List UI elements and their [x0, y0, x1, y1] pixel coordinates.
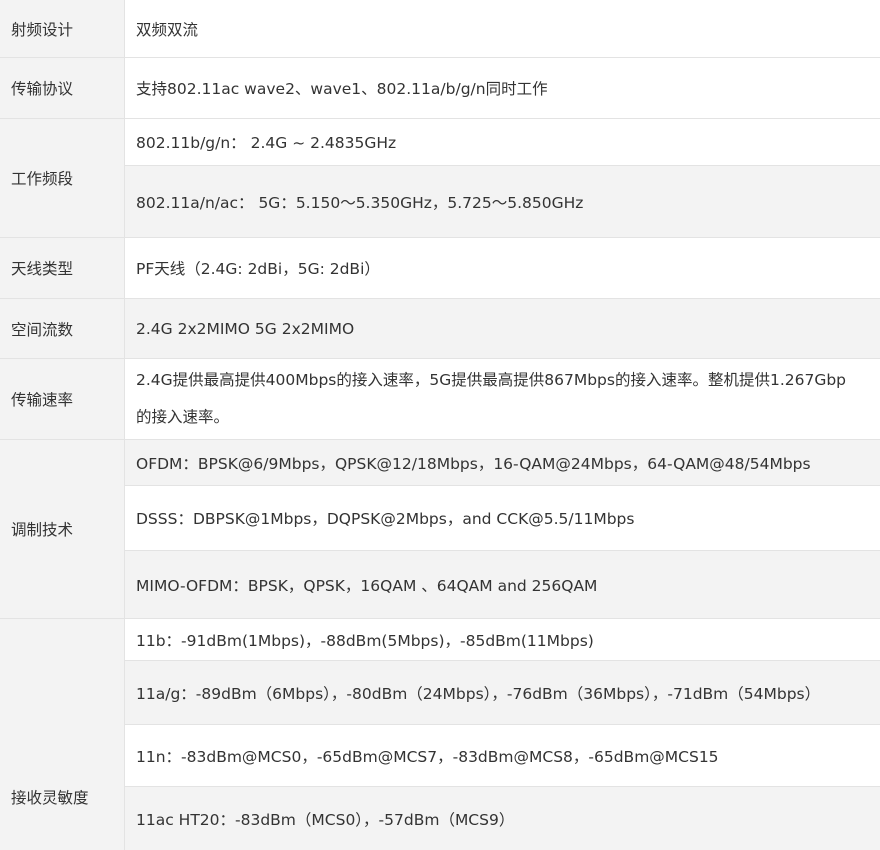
value-frequency-5g: 802.11a/n/ac： 5G：5.150～5.350GHz，5.725～5.… [125, 166, 880, 238]
value-sensitivity-11ag: 11a/g：-89dBm（6Mbps），-80dBm（24Mbps），-76dB… [125, 661, 880, 725]
label-frequency-band: 工作频段 [0, 119, 124, 238]
value-rf-design: 双频双流 [125, 0, 880, 58]
label-transfer-rate: 传输速率 [0, 359, 124, 440]
value-sensitivity-11ac: 11ac HT20：-83dBm（MCS0），-57dBm（MCS9） [125, 787, 880, 850]
value-modulation-mimo-ofdm: MIMO-OFDM：BPSK，QPSK，16QAM 、64QAM and 256… [125, 551, 880, 619]
value-modulation-dsss: DSSS：DBPSK@1Mbps，DQPSK@2Mbps，and CCK@5.5… [125, 486, 880, 551]
value-sensitivity-11n: 11n：-83dBm@MCS0，-65dBm@MCS7，-83dBm@MCS8，… [125, 725, 880, 787]
label-protocol: 传输协议 [0, 58, 124, 119]
value-modulation-ofdm: OFDM：BPSK@6/9Mbps，QPSK@12/18Mbps，16-QAM@… [125, 440, 880, 486]
label-spatial-streams: 空间流数 [0, 299, 124, 359]
value-spatial-streams: 2.4G 2x2MIMO 5G 2x2MIMO [125, 299, 880, 359]
spec-table: 射频设计 双频双流 传输协议 支持802.11ac wave2、wave1、80… [0, 0, 880, 850]
label-antenna-type: 天线类型 [0, 238, 124, 299]
label-rf-design: 射频设计 [0, 0, 124, 58]
value-frequency-24g: 802.11b/g/n： 2.4G ~ 2.4835GHz [125, 119, 880, 166]
label-modulation: 调制技术 [0, 440, 124, 619]
label-rx-sensitivity: 接收灵敏度 [11, 789, 89, 807]
value-antenna-type: PF天线（2.4G: 2dBi，5G: 2dBi） [125, 238, 880, 299]
value-protocol: 支持802.11ac wave2、wave1、802.11a/b/g/n同时工作 [125, 58, 880, 119]
value-sensitivity-11b: 11b：-91dBm(1Mbps)，-88dBm(5Mbps)，-85dBm(1… [125, 619, 880, 661]
value-transfer-rate: 2.4G提供最高提供400Mbps的接入速率，5G提供最高提供867Mbps的接… [125, 359, 880, 440]
column-divider [124, 0, 125, 850]
